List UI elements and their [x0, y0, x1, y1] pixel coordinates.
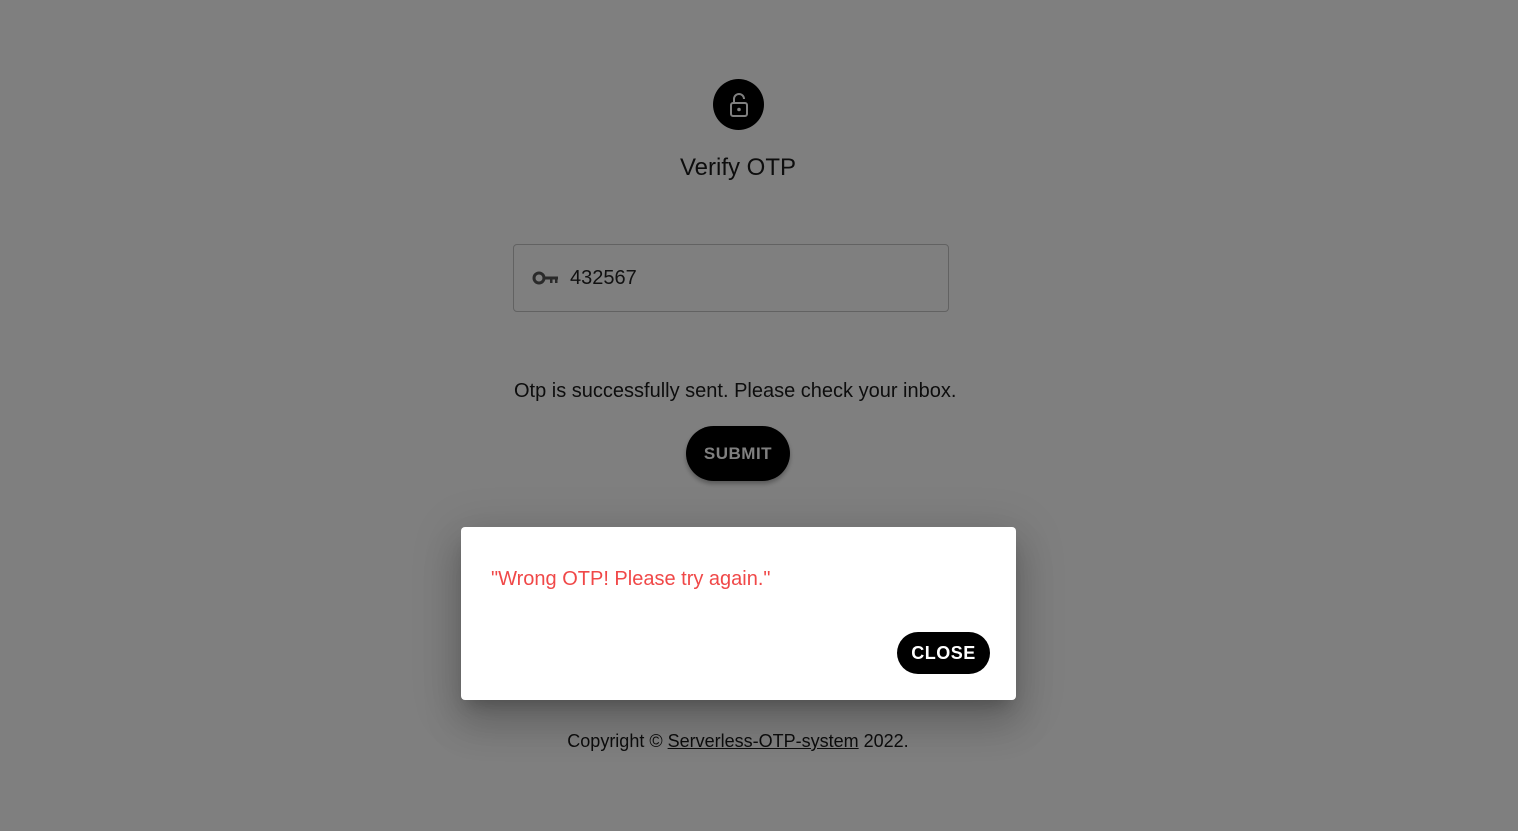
close-button[interactable]: CLOSE: [897, 632, 990, 674]
modal-backdrop[interactable]: [0, 0, 1518, 831]
error-dialog: "Wrong OTP! Please try again." CLOSE: [461, 527, 1016, 700]
error-message: "Wrong OTP! Please try again.": [491, 568, 771, 590]
